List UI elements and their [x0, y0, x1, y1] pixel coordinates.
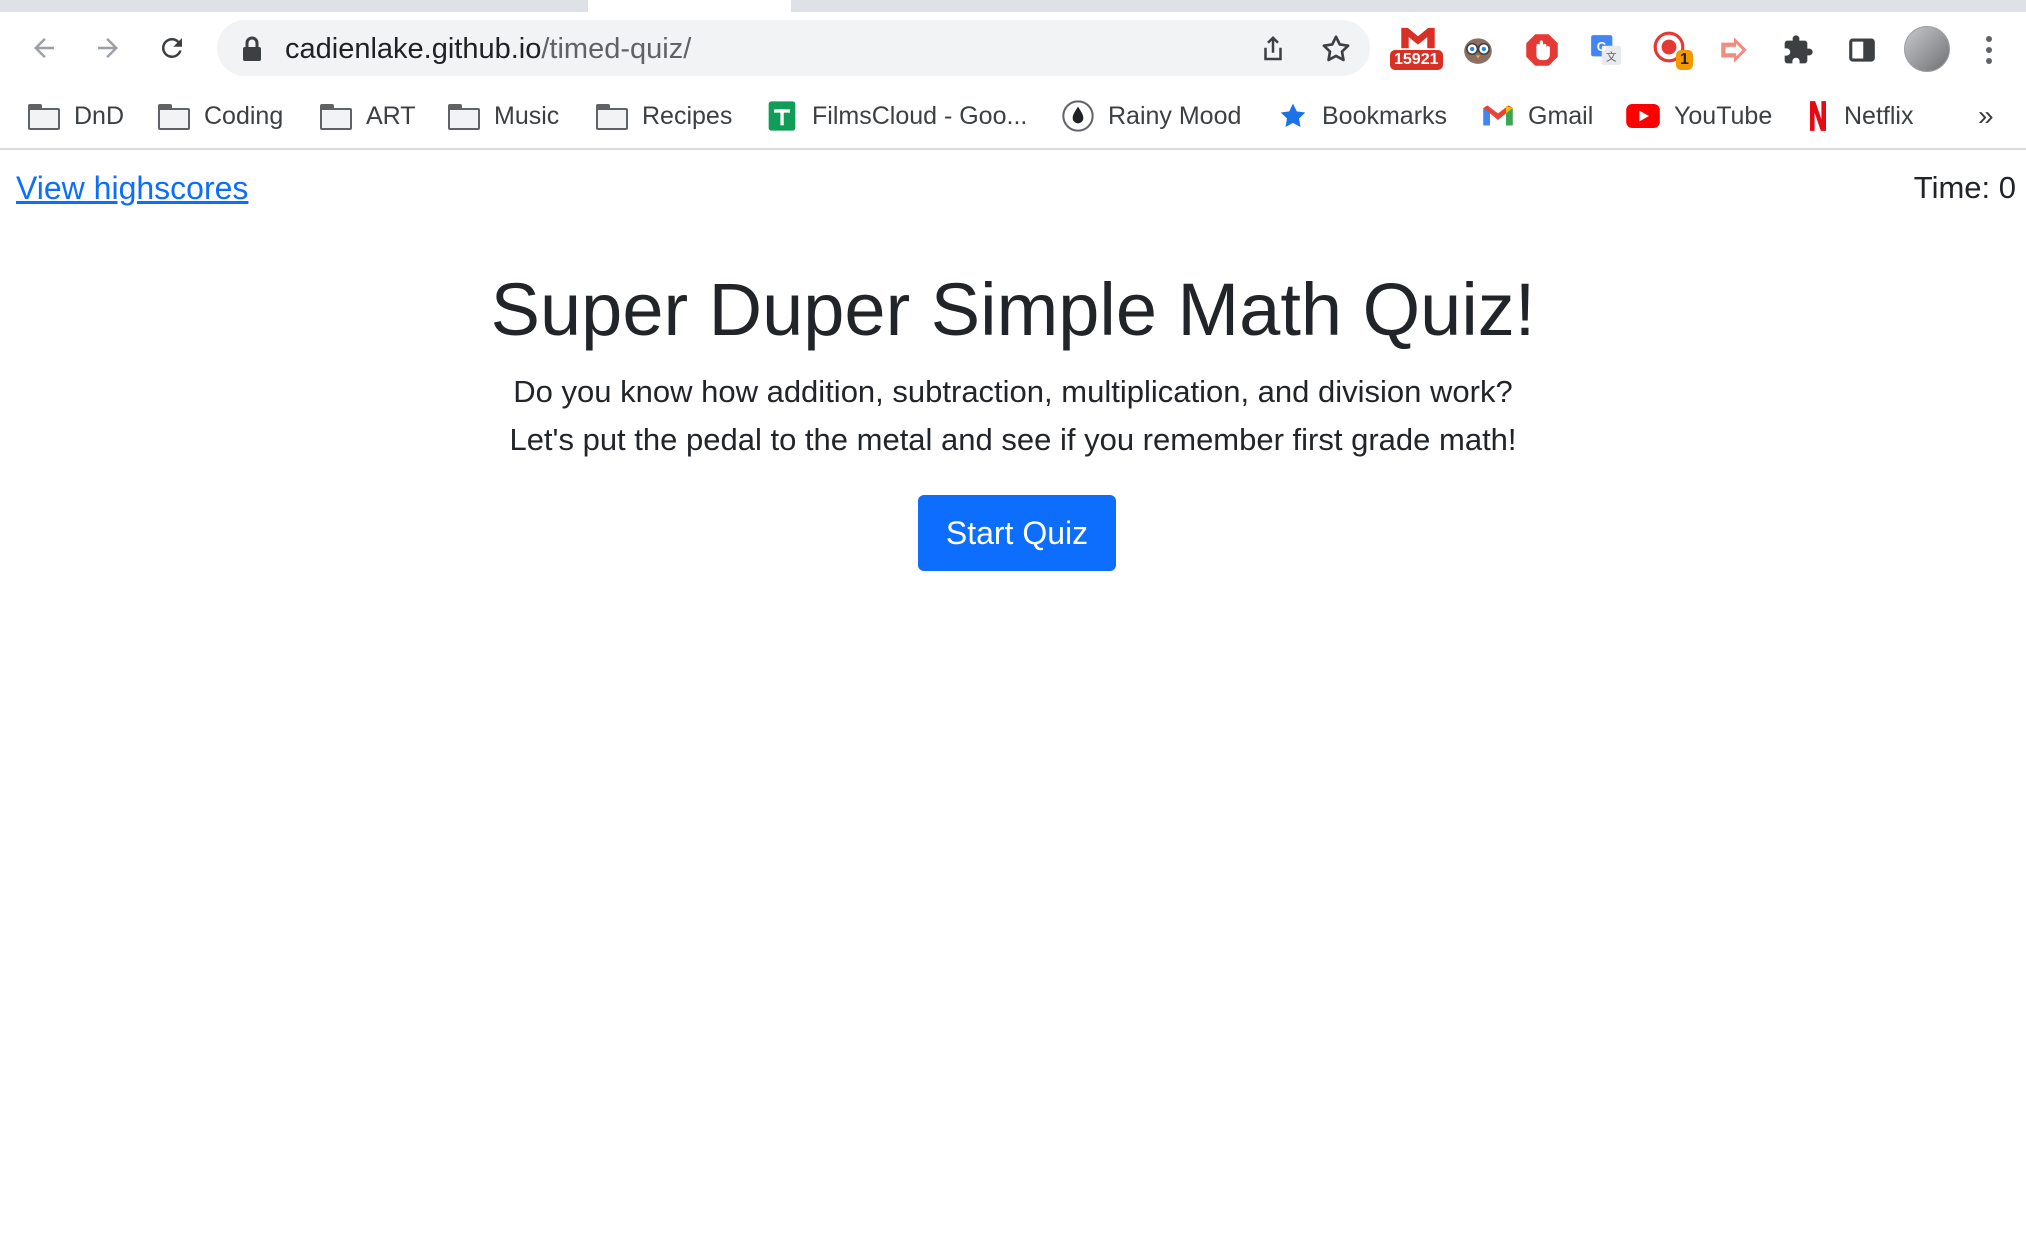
- description-line-1: Do you know how addition, subtraction, m…: [513, 374, 1513, 409]
- bookmark-label: Rainy Mood: [1108, 101, 1242, 130]
- reload-icon: [161, 37, 182, 58]
- url-host: cadienlake.github.io: [285, 33, 542, 65]
- gmail-checker-badge: 15921: [1390, 50, 1443, 70]
- bookmark-gmail[interactable]: Gmail: [1482, 94, 1593, 138]
- side-panel-button[interactable]: [1838, 26, 1886, 74]
- arrow-right-icon: [98, 38, 118, 58]
- back-button[interactable]: [20, 24, 68, 72]
- bookmark-folder-recipes[interactable]: Recipes: [596, 94, 732, 138]
- netflix-icon: [1810, 101, 1826, 131]
- screen-recorder-extension[interactable]: 1: [1646, 26, 1694, 74]
- profile-avatar[interactable]: [1904, 26, 1950, 72]
- gmail-icon: [1483, 105, 1513, 126]
- share-button[interactable]: [1254, 30, 1292, 68]
- bookmark-youtube[interactable]: YouTube: [1626, 94, 1772, 138]
- bookmark-label: Recipes: [642, 101, 733, 130]
- folder-icon: [28, 104, 60, 130]
- folder-icon: [158, 104, 190, 130]
- side-panel-icon: [1849, 38, 1875, 62]
- owl-icon: [1464, 38, 1492, 64]
- star-icon: [1280, 103, 1306, 127]
- url-path: /timed-quiz/: [541, 33, 692, 65]
- quiz-description: Do you know how addition, subtraction, m…: [0, 368, 2026, 464]
- browser-toolbar: cadienlake.github.io/timed-quiz/ 15921 G…: [0, 12, 2026, 84]
- star-outline-icon: [1322, 35, 1350, 62]
- share-icon: [1264, 35, 1282, 61]
- puzzle-icon: [1784, 35, 1813, 64]
- cast-extension[interactable]: [1710, 26, 1758, 74]
- bookmark-label: Coding: [204, 101, 284, 130]
- active-tab[interactable]: [588, 0, 791, 12]
- youtube-icon: [1626, 104, 1660, 128]
- bookmark-folder-art[interactable]: ART: [320, 94, 416, 138]
- folder-icon: [448, 104, 480, 130]
- description-line-2: Let's put the pedal to the metal and see…: [509, 422, 1517, 457]
- lock-icon: [243, 36, 261, 61]
- menu-dot-icon: [1986, 58, 1992, 64]
- bookmark-label: ART: [366, 101, 416, 130]
- bookmark-folder-bookmarks[interactable]: Bookmarks: [1278, 94, 1447, 138]
- bookmark-rainy-mood[interactable]: Rainy Mood: [1062, 94, 1241, 138]
- extensions-menu-button[interactable]: [1774, 26, 1822, 74]
- adblock-hand-icon: [1526, 34, 1558, 66]
- start-quiz-button[interactable]: Start Quiz: [918, 495, 1116, 571]
- gmail-checker-extension[interactable]: 15921: [1390, 26, 1446, 74]
- google-translate-extension[interactable]: G 文: [1582, 26, 1630, 74]
- arrow-cast-icon: [1721, 37, 1747, 63]
- bookmark-folder-coding[interactable]: Coding: [158, 94, 283, 138]
- bookmark-folder-dnd[interactable]: DnD: [28, 94, 124, 138]
- bookmark-label: Bookmarks: [1322, 101, 1448, 130]
- reload-button[interactable]: [148, 24, 196, 72]
- url-text[interactable]: cadienlake.github.io/timed-quiz/: [285, 32, 691, 66]
- folder-icon: [596, 104, 628, 130]
- recorder-badge: 1: [1676, 50, 1693, 70]
- browser-menu-button[interactable]: [1974, 30, 2004, 70]
- tab-strip: [0, 0, 2026, 12]
- bookmark-label: DnD: [74, 101, 125, 130]
- gmail-checker-icon: [1401, 27, 1435, 49]
- bookmark-star-button[interactable]: [1317, 30, 1355, 68]
- page-title: Super Duper Simple Math Quiz!: [490, 268, 1536, 351]
- bookmarks-bar: DnD Coding ART Music Recipes FilmsCloud …: [0, 84, 2026, 150]
- owl-extension[interactable]: [1454, 26, 1502, 74]
- address-bar[interactable]: cadienlake.github.io/timed-quiz/: [217, 20, 1370, 76]
- bookmark-netflix[interactable]: Netflix: [1806, 94, 1913, 138]
- rainy-mood-icon: [1062, 100, 1094, 132]
- menu-dot-icon: [1986, 36, 1992, 42]
- folder-icon: [320, 104, 352, 130]
- timer-display: Time: 0: [1913, 170, 2016, 205]
- bookmark-label: Music: [494, 101, 560, 130]
- bookmark-filmscloud[interactable]: FilmsCloud - Goo...: [766, 94, 1027, 138]
- bookmark-label: Netflix: [1844, 101, 1914, 130]
- menu-dot-icon: [1986, 47, 1992, 53]
- adblock-extension[interactable]: [1518, 26, 1566, 74]
- bookmark-folder-music[interactable]: Music: [448, 94, 559, 138]
- bookmarks-overflow-button[interactable]: »: [1978, 100, 1994, 132]
- arrow-left-icon: [34, 38, 54, 58]
- google-translate-icon: G 文: [1591, 35, 1621, 65]
- svg-text:文: 文: [1606, 51, 1617, 64]
- view-highscores-link[interactable]: View highscores: [16, 170, 248, 207]
- page-content: View highscores Time: 0 Super Duper Simp…: [0, 150, 2026, 1236]
- browser-window: cadienlake.github.io/timed-quiz/ 15921 G…: [0, 0, 2026, 1236]
- bookmark-label: FilmsCloud - Goo...: [812, 101, 1028, 130]
- bookmark-label: Gmail: [1528, 101, 1594, 130]
- bookmark-label: YouTube: [1674, 101, 1773, 130]
- forward-button[interactable]: [84, 24, 132, 72]
- google-sheets-icon: [768, 101, 796, 131]
